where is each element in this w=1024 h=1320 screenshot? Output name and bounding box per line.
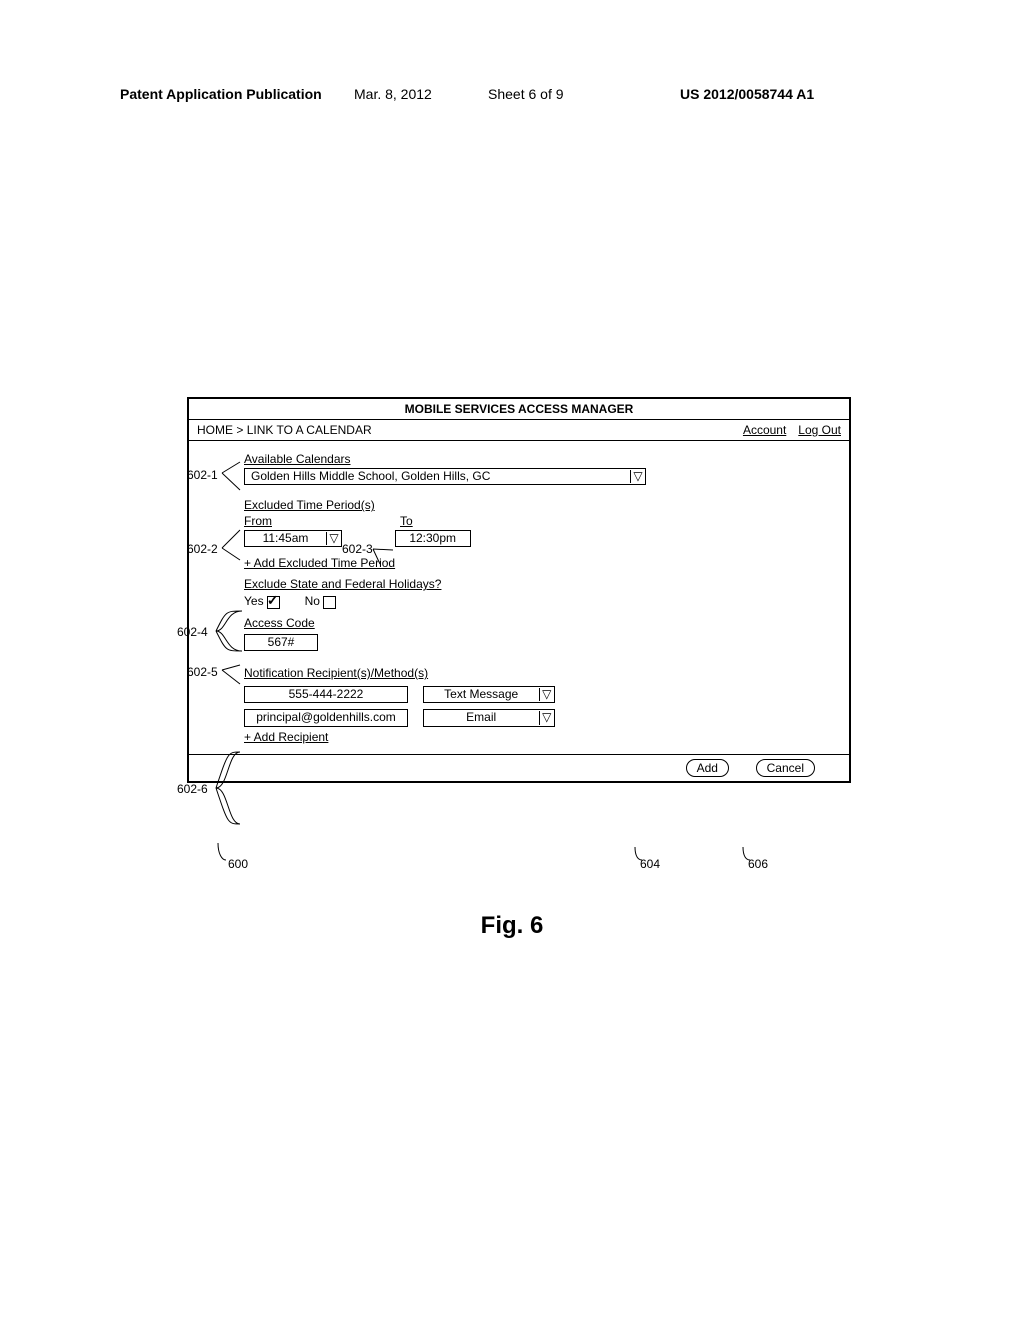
nav-bar: HOME > LINK TO A CALENDAR Account Log Ou… [189,420,849,441]
calendar-select[interactable]: Golden Hills Middle School, Golden Hills… [244,468,646,485]
sheet-number: Sheet 6 of 9 [488,86,564,102]
to-label: To [400,515,413,528]
breadcrumb: HOME > LINK TO A CALENDAR [197,423,731,437]
yes-label: Yes [244,594,264,608]
from-time-value: 11:45am [245,531,326,546]
callout-602-2: 602-2 [187,542,218,556]
recipient-method-value: Email [424,710,539,725]
ui-window: MOBILE SERVICES ACCESS MANAGER HOME > LI… [187,397,851,783]
recipient-target-field[interactable]: principal@goldenhills.com [244,709,408,726]
crumb-home[interactable]: HOME [197,423,233,437]
form-area: Available Calendars Golden Hills Middle … [189,441,849,754]
figure-caption: Fig. 6 [0,912,1024,940]
to-time-value[interactable]: 12:30pm [395,530,471,547]
add-excluded-period-link[interactable]: + Add Excluded Time Period [244,556,395,570]
chevron-down-icon: ▽ [539,688,554,701]
callout-602-3: 602-3 [342,542,373,556]
excluded-periods-label: Excluded Time Period(s) [244,498,375,512]
from-label: From [244,515,304,528]
page-header: Patent Application Publication Mar. 8, 2… [120,86,900,102]
exclude-holidays-label: Exclude State and Federal Holidays? [244,577,441,591]
footer: Add Cancel [189,754,849,781]
yes-checkbox[interactable] [267,596,280,609]
from-time-select[interactable]: 11:45am ▽ [244,530,342,547]
callout-602-6: 602-6 [177,782,208,796]
publication-date: Mar. 8, 2012 [354,86,432,102]
access-code-label: Access Code [244,616,315,630]
chevron-down-icon: ▽ [539,711,554,724]
access-code-field[interactable]: 567# [244,634,318,651]
chevron-down-icon: ▽ [326,532,341,545]
publication-number: US 2012/0058744 A1 [680,86,814,102]
callout-602-1: 602-1 [187,468,218,482]
add-recipient-link[interactable]: + Add Recipient [244,730,328,744]
crumb-sep: > [233,423,247,437]
cancel-button[interactable]: Cancel [756,759,815,777]
callout-602-4: 602-4 [177,625,208,639]
account-link[interactable]: Account [743,423,786,437]
chevron-down-icon: ▽ [630,470,645,483]
crumb-page: LINK TO A CALENDAR [247,423,372,437]
recipient-row: principal@goldenhills.com Email ▽ [244,709,837,726]
callout-604: 604 [640,857,660,871]
page: Patent Application Publication Mar. 8, 2… [0,0,1024,1320]
recipient-row: 555-444-2222 Text Message ▽ [244,686,837,703]
callout-602-5: 602-5 [187,665,218,679]
add-button[interactable]: Add [686,759,729,777]
recipient-method-value: Text Message [424,687,539,702]
recipient-target-field[interactable]: 555-444-2222 [244,686,408,703]
calendar-select-value: Golden Hills Middle School, Golden Hills… [245,469,630,484]
no-label: No [305,594,320,608]
logout-link[interactable]: Log Out [798,423,841,437]
publication-label: Patent Application Publication [120,86,322,102]
callout-600: 600 [228,857,248,871]
callout-606: 606 [748,857,768,871]
no-checkbox[interactable] [323,596,336,609]
available-calendars-label: Available Calendars [244,452,351,466]
notification-methods-label: Notification Recipient(s)/Method(s) [244,666,428,680]
recipient-method-select[interactable]: Email ▽ [423,709,555,726]
window-title: MOBILE SERVICES ACCESS MANAGER [189,399,849,420]
recipient-method-select[interactable]: Text Message ▽ [423,686,555,703]
